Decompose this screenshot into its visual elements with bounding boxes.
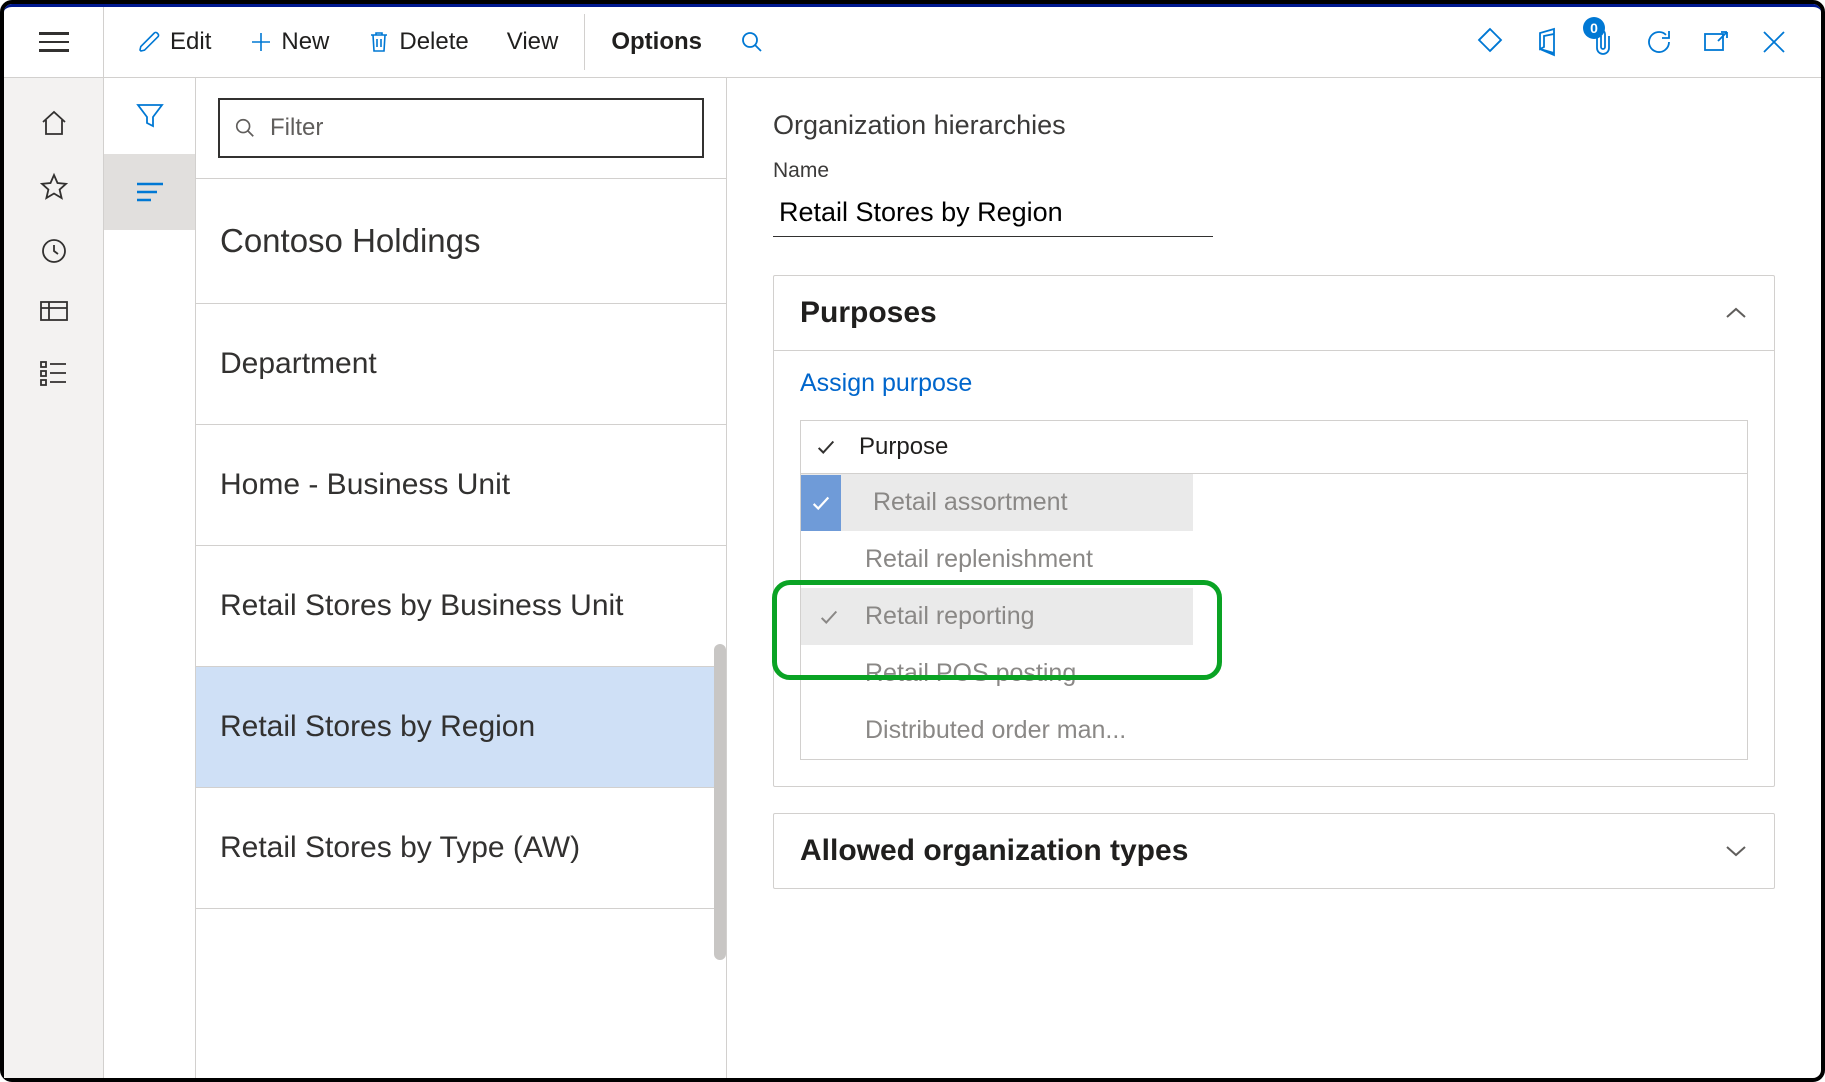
purpose-row-label: Distributed order man... xyxy=(865,716,1126,745)
attach-badge: 0 xyxy=(1583,17,1605,39)
hamburger-icon[interactable] xyxy=(39,32,69,52)
purpose-column-label: Purpose xyxy=(859,433,948,461)
name-field-label: Name xyxy=(773,159,1775,183)
edit-label: Edit xyxy=(170,28,211,56)
view-button[interactable]: View xyxy=(491,7,575,77)
purpose-row-label: Retail assortment xyxy=(873,488,1068,517)
check-column-icon xyxy=(815,436,837,458)
chevron-up-icon xyxy=(1724,305,1748,321)
edit-button[interactable]: Edit xyxy=(122,7,227,77)
purposes-header[interactable]: Purposes xyxy=(774,276,1774,350)
hierarchy-list[interactable]: Contoso Holdings Department Home - Busin… xyxy=(196,178,726,1078)
office-icon[interactable] xyxy=(1535,27,1561,57)
purposes-body: Assign purpose Purpose xyxy=(774,350,1774,786)
purposes-card: Purposes Assign purpose Purpo xyxy=(773,275,1775,787)
purpose-row-label: Retail POS posting xyxy=(865,659,1076,688)
hierarchy-list-area: Contoso Holdings Department Home - Busin… xyxy=(196,78,726,1078)
filter-search-icon xyxy=(234,117,256,139)
view-label: View xyxy=(507,28,559,56)
refresh-icon[interactable] xyxy=(1645,28,1673,56)
toolbar-right: 0 xyxy=(1475,27,1811,57)
purposes-table-wrap: Purpose Retail assortment Retail reple xyxy=(800,420,1748,760)
toolbar-separator xyxy=(584,14,585,70)
list-item[interactable]: Retail Stores by Type (AW) xyxy=(196,788,726,909)
trash-icon xyxy=(367,29,391,55)
filter-input[interactable] xyxy=(268,113,688,143)
purpose-row[interactable]: Retail POS posting xyxy=(801,645,1193,702)
new-label: New xyxy=(281,28,329,56)
new-button[interactable]: New xyxy=(233,7,345,77)
toolbar-search-button[interactable] xyxy=(724,7,780,77)
chevron-down-icon xyxy=(1724,843,1748,859)
plus-icon xyxy=(249,30,273,54)
app-window: Edit New Delete View Options xyxy=(0,0,1825,1082)
purpose-row-label: Retail replenishment xyxy=(865,545,1093,574)
detail-pane: Organization hierarchies Name Purposes A… xyxy=(727,78,1821,1078)
row-check-icon xyxy=(801,475,841,531)
allowed-types-title: Allowed organization types xyxy=(800,834,1188,868)
allowed-types-card: Allowed organization types xyxy=(773,813,1775,889)
purpose-row[interactable]: Retail replenishment xyxy=(801,531,1193,588)
app-body: Contoso Holdings Department Home - Busin… xyxy=(4,78,1821,1078)
list-item-selected[interactable]: Retail Stores by Region xyxy=(196,667,726,788)
attach-icon[interactable]: 0 xyxy=(1591,27,1615,57)
purpose-row[interactable]: Retail reporting xyxy=(801,588,1193,645)
purposes-title: Purposes xyxy=(800,296,937,330)
purpose-row-label: Retail reporting xyxy=(865,602,1035,631)
toolbar-left: Edit New Delete View Options xyxy=(104,7,1475,77)
close-icon[interactable] xyxy=(1761,29,1787,55)
filter-tab-icon[interactable] xyxy=(104,78,195,154)
list-item[interactable]: Home - Business Unit xyxy=(196,425,726,546)
side-panel: Contoso Holdings Department Home - Busin… xyxy=(104,78,727,1078)
star-icon[interactable] xyxy=(39,172,69,202)
name-field-input[interactable] xyxy=(773,189,1213,237)
top-toolbar: Edit New Delete View Options xyxy=(4,4,1821,78)
home-icon[interactable] xyxy=(39,108,69,138)
workspace-icon[interactable] xyxy=(39,300,69,326)
nav-toggle-wrap xyxy=(4,7,104,77)
delete-label: Delete xyxy=(399,28,468,56)
list-item[interactable]: Department xyxy=(196,304,726,425)
side-panel-tabs xyxy=(104,78,196,1078)
purpose-row[interactable]: Retail assortment xyxy=(801,474,1193,531)
delete-button[interactable]: Delete xyxy=(351,7,484,77)
list-item[interactable]: Contoso Holdings xyxy=(196,178,726,304)
search-icon xyxy=(740,30,764,54)
filter-box[interactable] xyxy=(218,98,704,158)
list-item[interactable]: Retail Stores by Business Unit xyxy=(196,546,726,667)
left-nav-rail xyxy=(4,78,104,1078)
recent-icon[interactable] xyxy=(39,236,69,266)
allowed-types-header[interactable]: Allowed organization types xyxy=(774,814,1774,888)
row-check-icon xyxy=(815,606,843,628)
page-title: Organization hierarchies xyxy=(773,110,1775,141)
purposes-table-header: Purpose xyxy=(801,421,1747,474)
scrollbar-thumb[interactable] xyxy=(714,644,726,960)
list-tab-icon[interactable] xyxy=(104,154,195,230)
pencil-icon xyxy=(138,30,162,54)
modules-icon[interactable] xyxy=(39,360,69,386)
options-button[interactable]: Options xyxy=(595,7,718,77)
options-label: Options xyxy=(611,28,702,56)
purposes-table: Purpose Retail assortment Retail reple xyxy=(800,420,1748,760)
assign-purpose-link[interactable]: Assign purpose xyxy=(800,369,972,398)
popout-icon[interactable] xyxy=(1703,30,1731,54)
dynamics-icon[interactable] xyxy=(1475,27,1505,57)
purpose-row[interactable]: Distributed order man... xyxy=(801,702,1193,759)
